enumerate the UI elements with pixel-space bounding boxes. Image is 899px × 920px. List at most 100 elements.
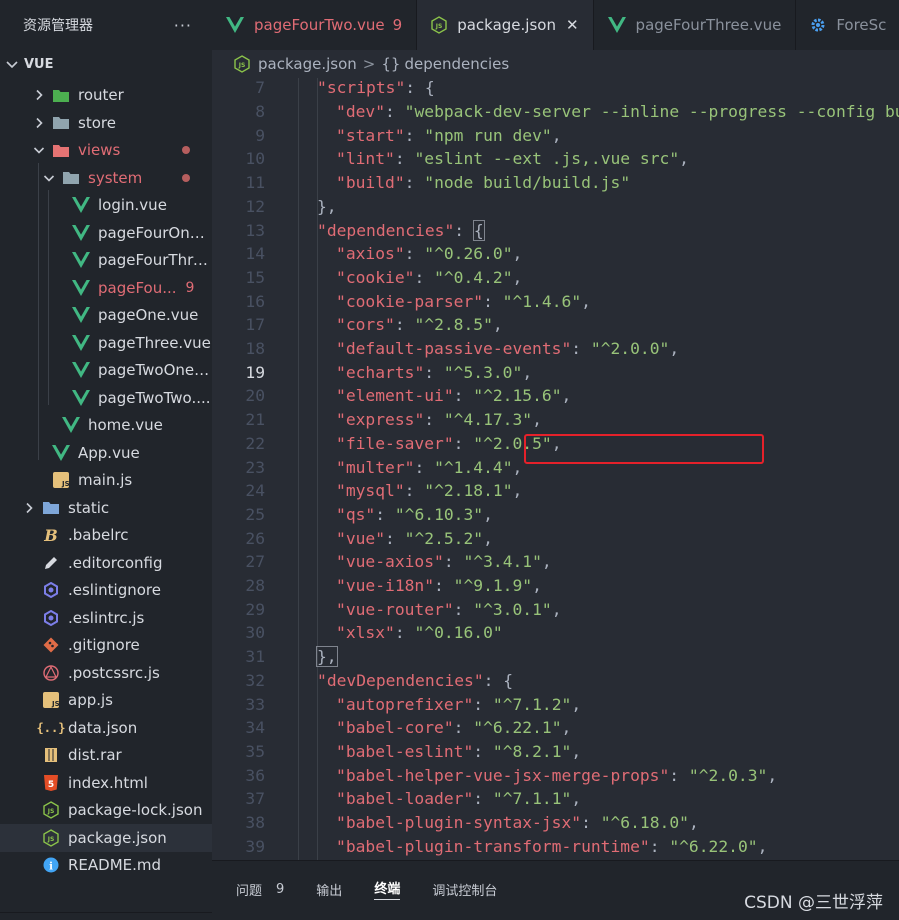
tree-item[interactable]: pageTwoTwo.... [0, 384, 212, 412]
tab-foresc[interactable]: ForeSc [796, 0, 899, 50]
tree-item[interactable]: JS package.json [0, 824, 212, 852]
code-line[interactable]: 26 "vue": "^2.5.2", [212, 526, 899, 550]
code-line[interactable]: 12}, [212, 195, 899, 219]
code-line[interactable]: 32 "devDependencies": { [212, 669, 899, 693]
tree-item[interactable]: pageFourThre... [0, 247, 212, 275]
code-line[interactable]: 27 "vue-axios": "^3.4.1", [212, 550, 899, 574]
tab-pagefourtwo-vue[interactable]: pageFourTwo.vue 9 [212, 0, 418, 50]
panel-tab[interactable]: 输出 [316, 880, 342, 899]
code-line[interactable]: 39 "babel-plugin-transform-runtime": "^6.… [212, 834, 899, 858]
workspace-section-header[interactable]: VUE [0, 50, 212, 78]
gear-icon [810, 17, 826, 33]
code-line[interactable]: 31}, [212, 645, 899, 669]
code-line[interactable]: 21 "express": "^4.17.3", [212, 408, 899, 432]
tree-item[interactable]: App.vue [0, 439, 212, 467]
code-line[interactable]: 16 "cookie-parser": "^1.4.6", [212, 289, 899, 313]
code-line[interactable]: 33 "autoprefixer": "^7.1.2", [212, 692, 899, 716]
panel-tab[interactable]: 调试控制台 [432, 880, 497, 899]
tree-item[interactable]: pageFou... 9 [0, 274, 212, 302]
code-line[interactable]: 24 "mysql": "^2.18.1", [212, 479, 899, 503]
tree-item[interactable]: system [0, 164, 212, 192]
code-line[interactable]: 29 "vue-router": "^3.0.1", [212, 597, 899, 621]
code-line[interactable]: 18 "default-passive-events": "^2.0.0", [212, 337, 899, 361]
chevron-down-icon[interactable] [5, 57, 19, 71]
tree-item[interactable]: JS package-lock.json [0, 797, 212, 825]
tree-item[interactable]: .eslintignore [0, 577, 212, 605]
tree-item[interactable]: static [0, 494, 212, 522]
code-line[interactable]: 20 "element-ui": "^2.15.6", [212, 384, 899, 408]
code-line[interactable]: 28 "vue-i18n": "^9.1.9", [212, 574, 899, 598]
tree-item-label: main.js [78, 471, 133, 490]
json-value: npm run dev [434, 125, 542, 145]
tree-item[interactable]: dist.rar [0, 742, 212, 770]
tree-item[interactable]: pageFourOne... [0, 219, 212, 247]
code-line[interactable]: 10 "lint": "eslint --ext .js,.vue src", [212, 147, 899, 171]
code-line[interactable]: 22 "file-saver": "^2.0.5", [212, 432, 899, 456]
code-line[interactable]: 14 "axios": "^0.26.0", [212, 242, 899, 266]
code-line[interactable]: 8 "dev": "webpack-dev-server --inline --p… [212, 100, 899, 124]
svg-text:5: 5 [48, 780, 54, 790]
line-number: 18 [245, 339, 265, 359]
tree-item[interactable]: pageThree.vue [0, 329, 212, 357]
tree-item[interactable]: JS app.js [0, 687, 212, 715]
tree-item[interactable]: views [0, 137, 212, 165]
tree-item-label: pageFourThre... [98, 251, 212, 270]
code-line[interactable]: 30 "xlsx": "^0.16.0" [212, 621, 899, 645]
code-line[interactable]: 34 "babel-core": "^6.22.1", [212, 716, 899, 740]
code-line[interactable]: 11 "build": "node build/build.js" [212, 171, 899, 195]
tree-item[interactable]: JS main.js [0, 467, 212, 495]
json-key: vue-axios [345, 552, 435, 572]
code-line[interactable]: 17 "cors": "^2.8.5", [212, 313, 899, 337]
tree-item[interactable]: pageOne.vue [0, 302, 212, 330]
tree-item[interactable]: .postcssrc.js [0, 659, 212, 687]
panel-tab[interactable]: 终端 [374, 878, 401, 900]
tree-item-label: system [88, 168, 143, 187]
tree-item[interactable]: home.vue [0, 412, 212, 440]
tree-item[interactable]: .gitignore [0, 632, 212, 660]
breadcrumb-symbol[interactable]: dependencies [404, 55, 509, 73]
tab-label: package.json [457, 16, 556, 34]
chevron-right-icon[interactable] [22, 501, 36, 515]
more-actions-icon[interactable]: ··· [174, 16, 192, 35]
code-line[interactable]: 23 "multer": "^1.4.4", [212, 455, 899, 479]
tree-item[interactable]: login.vue [0, 192, 212, 220]
outline-section-header[interactable] [0, 912, 212, 920]
code-line[interactable]: 35 "babel-eslint": "^8.2.1", [212, 740, 899, 764]
line-number: 36 [245, 765, 265, 785]
tree-item[interactable]: router [0, 82, 212, 110]
chevron-down-icon[interactable] [32, 143, 46, 157]
code-text: "cookie": "^0.4.2", [336, 267, 523, 287]
tree-item[interactable]: B .babelrc [0, 522, 212, 550]
close-icon[interactable]: ✕ [566, 16, 579, 34]
code-line[interactable]: 13 "dependencies": { [212, 218, 899, 242]
code-text: "vue-axios": "^3.4.1", [336, 552, 552, 572]
code-line[interactable]: 25 "qs": "^6.10.3", [212, 503, 899, 527]
code-line[interactable]: 9 "start": "npm run dev", [212, 123, 899, 147]
tree-item[interactable]: store [0, 109, 212, 137]
tree-item[interactable]: 5 index.html [0, 769, 212, 797]
code-line[interactable]: 19 "echarts": "^5.3.0", [212, 360, 899, 384]
chevron-right-icon[interactable] [32, 116, 46, 130]
tree-item[interactable]: .eslintrc.js [0, 604, 212, 632]
chevron-right-icon[interactable] [32, 88, 46, 102]
tab-pagefourthree-vue[interactable]: pageFourThree.vue [594, 0, 797, 50]
json-value: ^2.0.0 [600, 339, 660, 359]
code-line[interactable]: 7 "scripts": { [212, 78, 899, 100]
tree-item[interactable]: {..} data.json [0, 714, 212, 742]
tree-item[interactable]: pageTwoOne.... [0, 357, 212, 385]
code-line[interactable]: 38 "babel-plugin-syntax-jsx": "^6.18.0", [212, 811, 899, 835]
code-line[interactable]: 36 "babel-helper-vue-jsx-merge-props": "^… [212, 763, 899, 787]
chevron-down-icon[interactable] [42, 171, 56, 185]
tree-item-label: .editorconfig [68, 553, 163, 572]
tree-item[interactable]: i README.md [0, 852, 212, 880]
tab-package-json[interactable]: JS package.json ✕ [417, 0, 594, 50]
code-editor[interactable]: 7 "scripts": {8 "dev": "webpack-dev-server… [212, 78, 899, 860]
views-folder-icon [52, 141, 70, 159]
breadcrumb-file[interactable]: package.json [258, 55, 357, 73]
panel-tab[interactable]: 问题 9 [236, 880, 284, 899]
vue-icon [62, 416, 80, 434]
code-line[interactable]: 37 "babel-loader": "^7.1.1", [212, 787, 899, 811]
code-line[interactable]: 15 "cookie": "^0.4.2", [212, 266, 899, 290]
tree-item[interactable]: .editorconfig [0, 549, 212, 577]
line-number: 20 [245, 386, 265, 406]
